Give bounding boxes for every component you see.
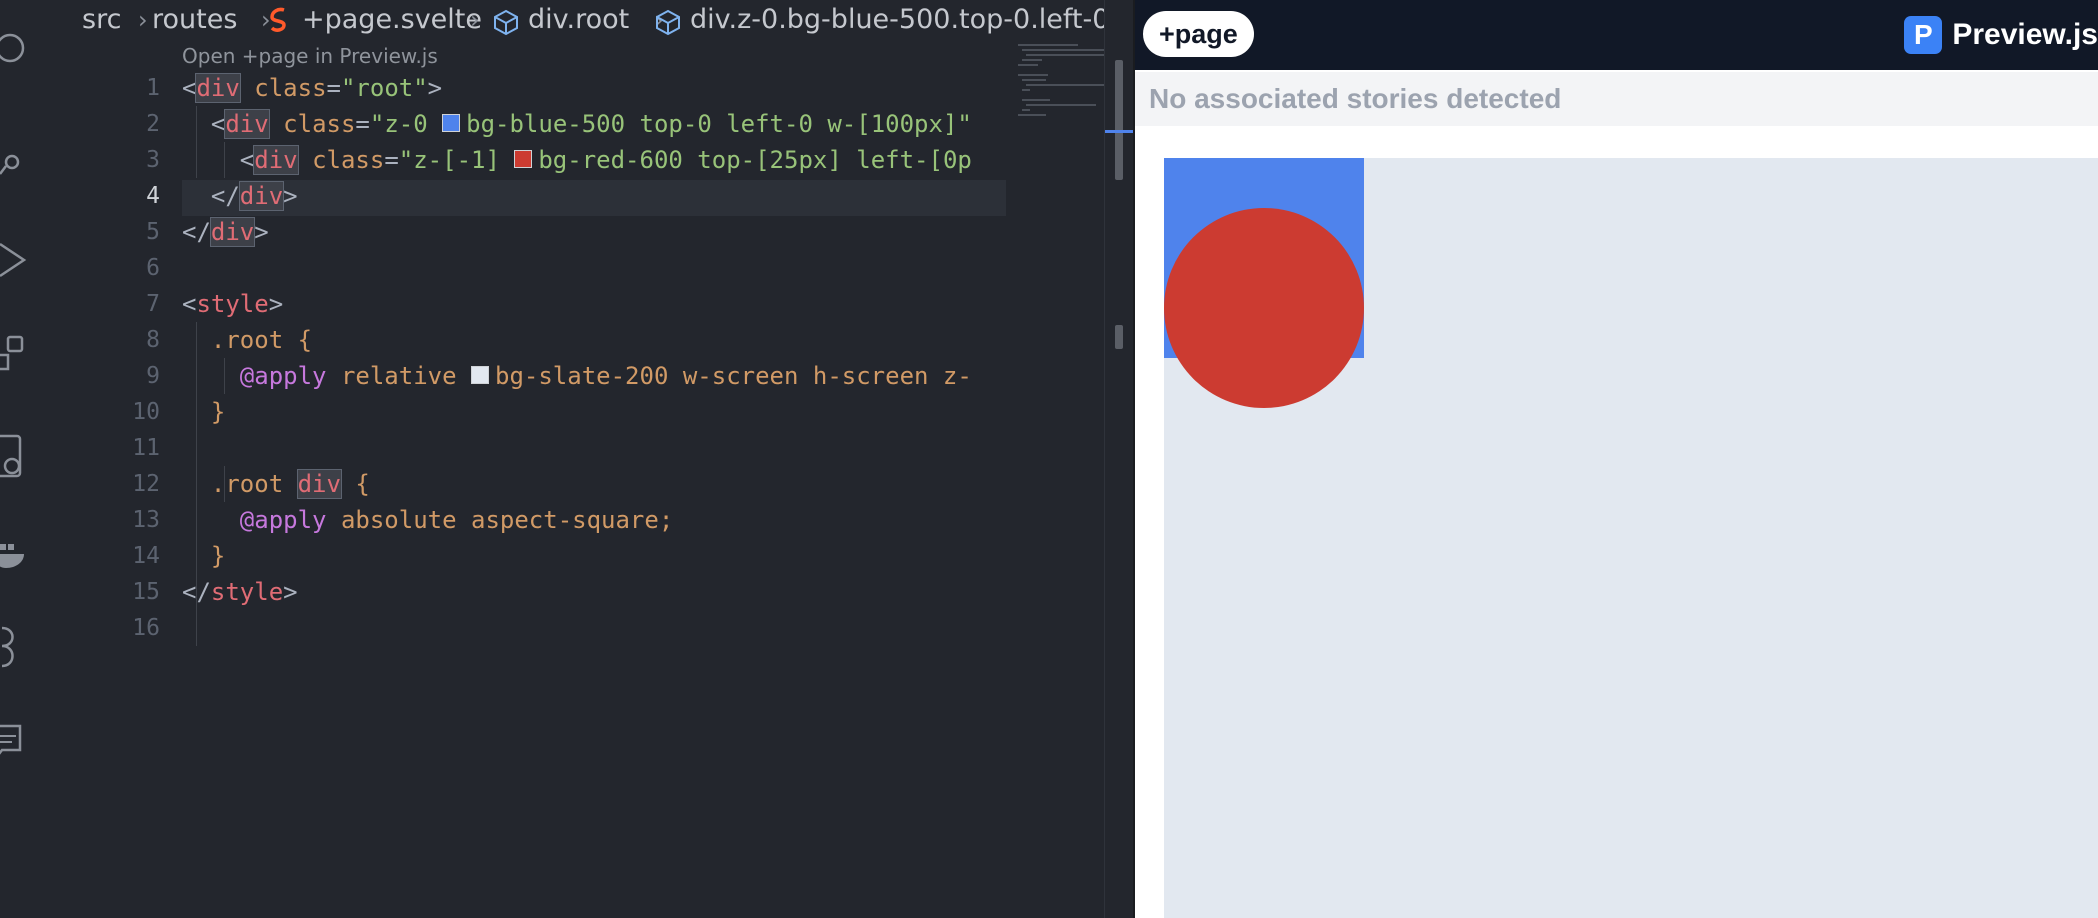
line-number: 14 <box>132 543 160 569</box>
line-number-active: 4 <box>146 183 160 209</box>
code-line: <div class="root"> <box>182 73 443 103</box>
editor-scrollbar[interactable] <box>1104 0 1135 918</box>
line-number: 11 <box>132 435 160 461</box>
line-number: 1 <box>146 75 160 101</box>
remote-explorer-icon[interactable] <box>0 432 30 478</box>
codelens-open-preview[interactable]: Open +page in Preview.js <box>182 44 438 68</box>
code-line: <style> <box>182 290 284 318</box>
color-swatch-red[interactable] <box>514 150 533 168</box>
chevron-right-icon: › <box>470 6 480 34</box>
breadcrumb-child[interactable]: div.z-0.bg-blue-500.top-0.left-0.w-[ <box>690 4 1134 35</box>
comments-icon[interactable] <box>0 722 30 762</box>
preview-panel: +page P Preview.js No associated stories… <box>1135 0 2098 918</box>
preview-brand: P Preview.js <box>1904 12 2098 58</box>
explorer-icon[interactable] <box>0 28 30 68</box>
line-number: 6 <box>146 255 160 281</box>
line-number: 3 <box>146 147 160 173</box>
code-line: </style> <box>182 578 298 606</box>
code-line: <div class="z-[-1] bg-red-600 top-[25px]… <box>182 145 972 175</box>
line-number: 8 <box>146 327 160 353</box>
activity-bar <box>0 0 30 918</box>
scrollbar-thumb[interactable] <box>1115 60 1123 180</box>
code-line: @apply absolute aspect-square; <box>239 506 674 534</box>
line-number: 7 <box>146 291 160 317</box>
stories-notice: No associated stories detected <box>1135 72 2098 126</box>
code-line: <div class="z-0 bg-blue-500 top-0 left-0… <box>182 109 972 139</box>
scrollbar-cursor-marker <box>1105 130 1135 133</box>
code-line: } <box>182 398 226 426</box>
code-line-active: </div> <box>182 181 298 211</box>
line-number: 12 <box>132 471 160 497</box>
cube-icon <box>654 8 682 42</box>
color-swatch-slate[interactable] <box>471 366 489 384</box>
brand-name: Preview.js <box>1952 18 2098 51</box>
code-line: .root div { <box>210 469 370 499</box>
line-number: 9 <box>146 363 160 389</box>
code-line: @apply relative bg-slate-200 w-screen h-… <box>239 362 972 390</box>
scrollbar-marker <box>1115 325 1123 349</box>
run-debug-icon[interactable] <box>0 240 30 280</box>
preview-canvas <box>1164 158 2098 918</box>
line-number: 16 <box>132 615 160 641</box>
line-number: 10 <box>132 399 160 425</box>
cube-icon <box>492 8 520 42</box>
line-number: 5 <box>146 219 160 245</box>
svelte-icon <box>264 6 294 42</box>
code-line: </div> <box>182 217 269 247</box>
chevron-right-icon: › <box>138 6 148 34</box>
red-circle <box>1164 208 1364 408</box>
breadcrumb-src[interactable]: src <box>82 4 121 35</box>
color-swatch-blue[interactable] <box>442 114 461 132</box>
code-editor: src › routes › +page.svelte › div.root ›… <box>30 0 1136 918</box>
line-number: 2 <box>146 111 160 137</box>
docker-icon[interactable] <box>0 534 30 574</box>
breadcrumb-root[interactable]: div.root <box>528 4 629 35</box>
line-number: 15 <box>132 579 160 605</box>
code-area[interactable]: <div class="root"> <div class="z-0 bg-bl… <box>182 70 1006 670</box>
source-control-icon[interactable] <box>0 142 30 182</box>
line-number: 13 <box>132 507 160 533</box>
extensions-icon[interactable] <box>0 333 30 373</box>
preview-header: +page P Preview.js <box>1135 0 2098 70</box>
testing-icon[interactable] <box>0 624 30 668</box>
breadcrumb: src › routes › +page.svelte › div.root ›… <box>30 0 1134 42</box>
component-pill[interactable]: +page <box>1143 11 1254 57</box>
breadcrumb-routes[interactable]: routes <box>152 4 237 35</box>
breadcrumb-file[interactable]: +page.svelte <box>302 4 482 35</box>
preview-logo-icon: P <box>1904 16 1943 54</box>
code-line: .root { <box>210 326 313 354</box>
code-line: } <box>182 542 226 570</box>
